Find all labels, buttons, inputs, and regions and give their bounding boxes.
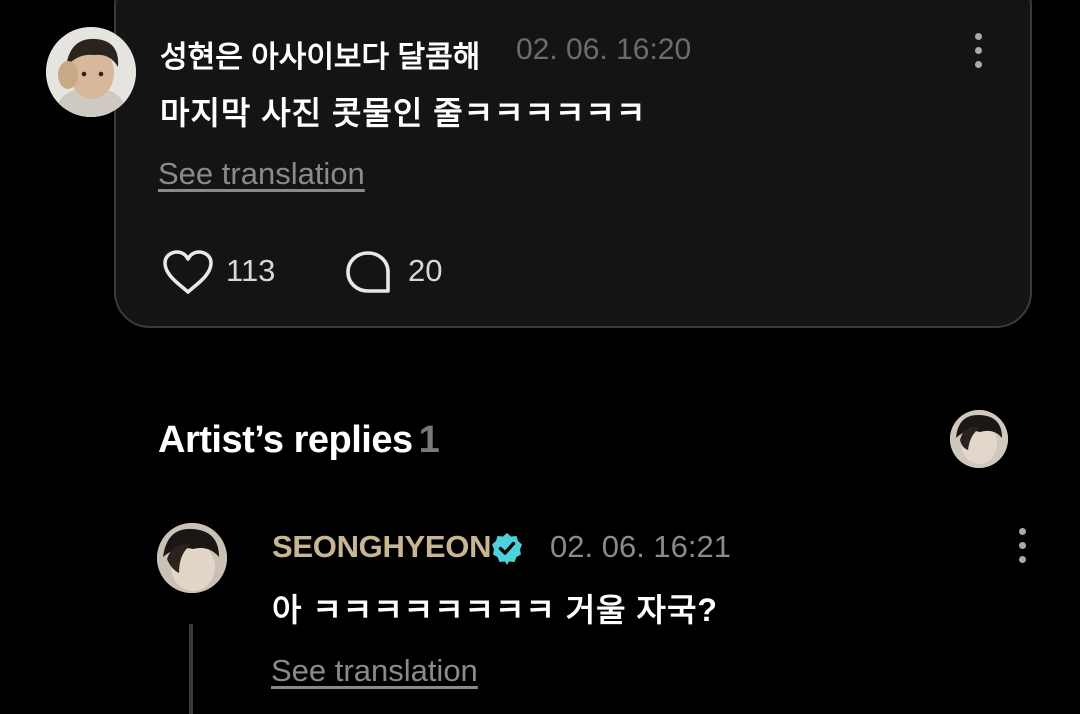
- comment-count: 20: [408, 253, 443, 288]
- speech-bubble-icon[interactable]: [344, 248, 394, 296]
- reply-timestamp: 02. 06. 16:21: [550, 529, 731, 564]
- artist-replies-count: 1: [418, 419, 440, 461]
- thread-line: [189, 624, 193, 714]
- post-text: 마지막 사진 콧물인 줄ㅋㅋㅋㅋㅋㅋ: [160, 95, 647, 131]
- artist-avatar-small[interactable]: [950, 410, 1008, 468]
- reply-author-avatar[interactable]: [157, 523, 227, 593]
- artist-replies-heading: Artist’s replies 1: [158, 419, 440, 462]
- post-more-options-icon[interactable]: [973, 33, 983, 68]
- reply-author-name[interactable]: SEONGHYEON: [272, 529, 492, 565]
- post-see-translation-link[interactable]: See translation: [158, 156, 365, 192]
- artist-replies-title: Artist’s replies: [158, 419, 413, 461]
- reply-more-options-icon[interactable]: [1017, 528, 1027, 563]
- post-author-name[interactable]: 성현은 아사이보다 달콤해: [160, 32, 480, 76]
- verified-badge-icon: [492, 533, 522, 565]
- heart-outline-icon[interactable]: [161, 248, 215, 296]
- reply-see-translation-link[interactable]: See translation: [271, 653, 478, 689]
- like-count: 113: [226, 253, 276, 288]
- post-author-avatar[interactable]: [46, 27, 136, 117]
- post-timestamp: 02. 06. 16:20: [516, 33, 692, 66]
- reply-text: 아 ㅋㅋㅋㅋㅋㅋㅋㅋ 거울 자국?: [272, 592, 718, 628]
